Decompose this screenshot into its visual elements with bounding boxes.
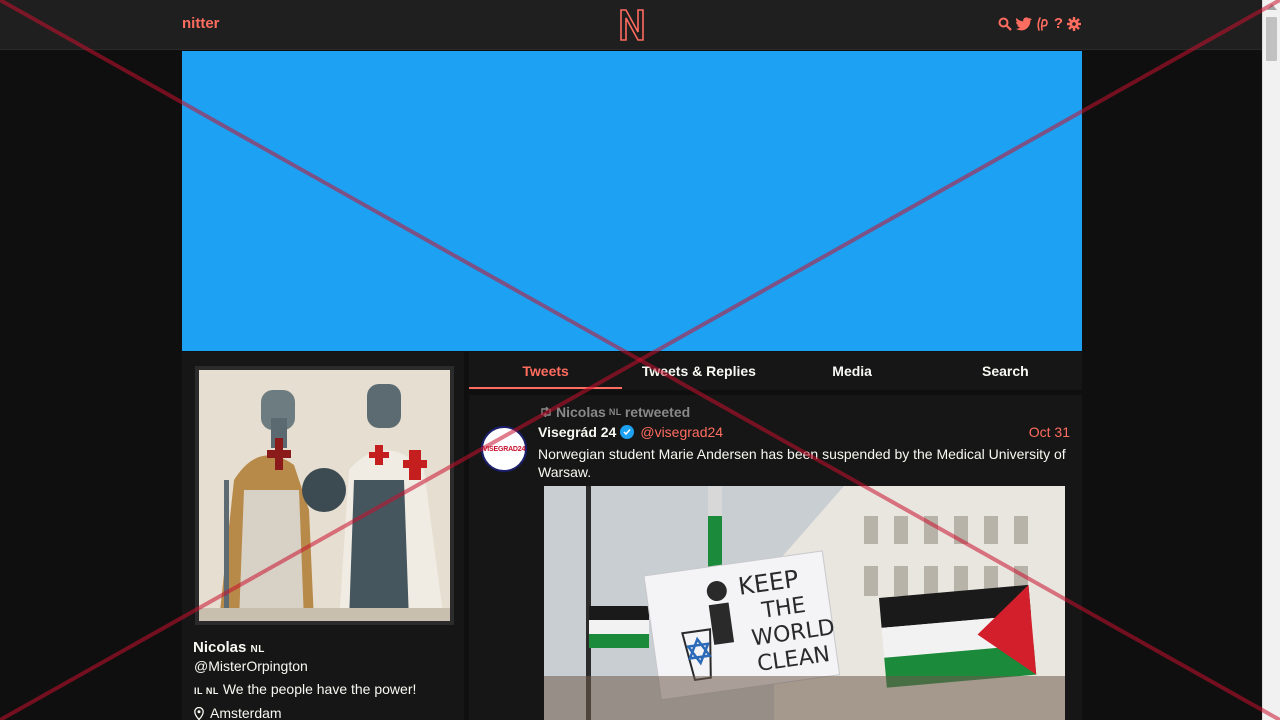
bio-flags-icon: IL NL — [194, 686, 219, 696]
search-icon[interactable] — [998, 17, 1012, 31]
profile-avatar[interactable] — [195, 366, 454, 625]
tweet-fullname[interactable]: Visegrád 24 — [538, 424, 616, 440]
verified-badge-icon — [620, 425, 635, 439]
retweet-header: Nicolas NL retweeted — [539, 404, 690, 420]
tweet-media-image[interactable]: KEEP THE WORLD CLEAN — [544, 486, 1065, 720]
profile-tabs: Tweets Tweets & Replies Media Search — [469, 352, 1082, 390]
page-scrollbar[interactable] — [1262, 0, 1280, 720]
tweet-header: Visegrád 24 @visegrad24 Oct 31 — [538, 424, 1070, 440]
tweet-text: Norwegian student Marie Andersen has bee… — [538, 446, 1066, 480]
retweeter-flag-icon: NL — [608, 407, 622, 417]
visegrad-logo-icon: VISEGRAD24 — [482, 445, 526, 453]
scroll-up-arrow-icon[interactable] — [1267, 4, 1277, 10]
profile-location: Amsterdam — [194, 705, 282, 720]
help-icon[interactable]: ? — [1054, 14, 1063, 34]
tab-search[interactable]: Search — [929, 352, 1082, 390]
tweet-username[interactable]: @visegrad24 — [640, 424, 723, 440]
profile-fullname-text: Nicolas — [193, 639, 247, 656]
tweet-avatar[interactable]: VISEGRAD24 — [481, 426, 527, 472]
tweet-date[interactable]: Oct 31 — [1029, 424, 1070, 440]
nitter-home-link[interactable]: nitter — [182, 15, 220, 32]
twitter-bird-icon[interactable] — [1015, 17, 1032, 31]
retweeter-name[interactable]: Nicolas — [556, 404, 606, 420]
location-pin-icon — [194, 706, 204, 720]
gear-icon[interactable] — [1067, 17, 1081, 31]
instance-icon[interactable] — [1036, 16, 1050, 32]
profile-username[interactable]: @MisterOrpington — [194, 658, 308, 674]
avatar-knights-image — [199, 370, 450, 621]
tab-tweets-replies[interactable]: Tweets & Replies — [622, 352, 775, 390]
navbar: nitter ? — [0, 0, 1262, 50]
retweet-icon — [541, 407, 551, 417]
profile-banner[interactable] — [182, 51, 1082, 351]
profile-bio: IL NL We the people have the power! — [194, 681, 416, 697]
netherlands-flag-icon: NL — [250, 644, 265, 655]
profile-card: Nicolas NL @MisterOrpington IL NL We the … — [182, 352, 464, 720]
profile-bio-text: We the people have the power! — [222, 681, 417, 697]
profile-fullname[interactable]: Nicolas NL — [193, 639, 265, 656]
tab-tweets[interactable]: Tweets — [469, 352, 623, 390]
retweet-label: retweeted — [624, 404, 691, 420]
timeline: Nicolas NL retweeted VISEGRAD24 Visegrád… — [469, 395, 1082, 720]
nitter-logo-icon[interactable] — [618, 8, 646, 42]
profile-location-text: Amsterdam — [210, 705, 282, 720]
tab-media[interactable]: Media — [776, 352, 929, 390]
scroll-thumb[interactable] — [1266, 17, 1277, 61]
nav-icon-group: ? — [998, 14, 1081, 34]
